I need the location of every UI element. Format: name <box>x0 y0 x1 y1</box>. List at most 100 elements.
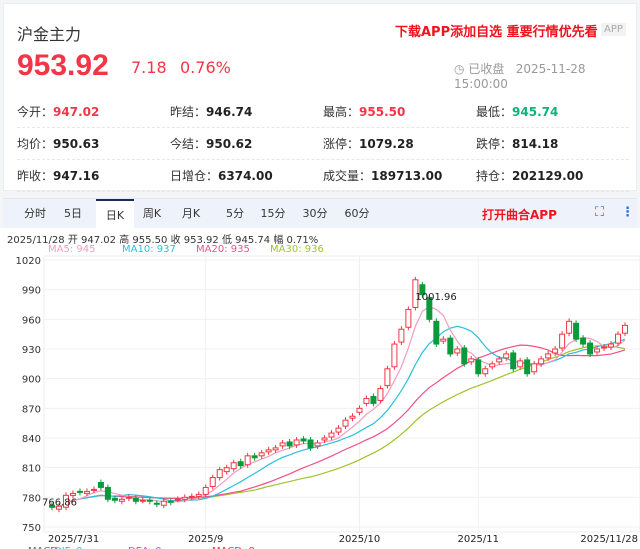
clock-icon: ◷ <box>454 62 465 76</box>
candle-body <box>503 353 510 359</box>
more-icon[interactable]: ⋮ <box>621 205 634 220</box>
candle-body <box>195 493 202 497</box>
candle-body <box>90 488 97 491</box>
candle-body <box>76 490 83 493</box>
plot-frame <box>43 255 640 533</box>
stat-cell: 昨结：946.74 <box>170 103 323 120</box>
candle-body <box>223 467 230 473</box>
fullscreen-icon[interactable]: ⛶ <box>595 205 604 220</box>
stat-value: 6374.00 <box>218 169 273 183</box>
candle-body <box>251 455 258 459</box>
ma10-line <box>51 325 626 508</box>
candle-body <box>370 395 377 404</box>
candle-body <box>286 441 293 447</box>
candle-body <box>160 500 167 506</box>
candle-body <box>454 348 461 354</box>
candle-body <box>97 482 104 488</box>
candle-body <box>335 427 342 433</box>
stat-label: 今结： <box>170 137 207 151</box>
stat-value: 814.18 <box>512 137 559 151</box>
stat-cell: 日增仓：6374.00 <box>170 167 323 184</box>
stats-row: 昨收：947.16 日增仓：6374.00 成交量：189713.00 持仓：2021… <box>17 160 629 192</box>
tab-2[interactable]: 日K <box>96 199 134 230</box>
price-change: 7.18 <box>131 58 167 77</box>
candle-body <box>559 333 566 349</box>
candle-body <box>468 358 475 363</box>
candle-body <box>237 461 244 467</box>
candle-body <box>489 363 496 368</box>
candle-body <box>482 368 489 375</box>
app-badge[interactable]: APP <box>601 23 626 36</box>
price-annotation: 1001.96 <box>415 292 456 303</box>
stat-cell: 持仓：202129.00 <box>476 167 629 184</box>
candle-body <box>405 308 412 328</box>
status-text: 已收盘 <box>468 62 505 76</box>
stat-value: 189713.00 <box>371 169 443 183</box>
candle-body <box>587 342 594 355</box>
stat-cell: 涨停：1079.28 <box>323 135 476 152</box>
y-tick-label: 750 <box>22 523 41 534</box>
price-change-pct: 0.76% <box>180 58 231 77</box>
candle-body <box>69 492 76 496</box>
tab-5[interactable]: 5分 <box>216 199 254 229</box>
candle-body <box>573 322 580 340</box>
kline-chart[interactable]: 2025/11/28 开 947.02 高 955.50 收 953.92 低 … <box>0 228 640 549</box>
candle-body <box>83 490 90 494</box>
stat-value: 947.16 <box>53 169 100 183</box>
stat-value: 950.62 <box>206 137 253 151</box>
tab-7[interactable]: 30分 <box>296 199 334 229</box>
stat-value: 947.02 <box>53 105 100 119</box>
stat-label: 均价： <box>17 137 54 151</box>
market-status: ◷ 已收盘 2025-11-28 15:00:00 <box>454 60 636 91</box>
candle-body <box>342 419 349 427</box>
candle-body <box>538 358 545 365</box>
stat-value: 945.74 <box>512 105 559 119</box>
y-tick-label: 780 <box>22 493 41 504</box>
tab-3[interactable]: 周K <box>133 199 171 229</box>
tab-4[interactable]: 月K <box>172 199 210 229</box>
open-app-link[interactable]: 打开曲合APP <box>482 206 557 223</box>
download-app-promo-link[interactable]: 下载APP添加自选 重要行情优先看 <box>395 21 598 40</box>
candle-body <box>398 328 405 343</box>
x-tick-label: 2025/7/31 <box>48 534 99 545</box>
tab-1[interactable]: 5日 <box>54 199 92 229</box>
tab-0[interactable]: 分时 <box>16 199 54 229</box>
candle-body <box>475 359 482 375</box>
last-price: 953.92 <box>17 49 109 82</box>
stat-value: 955.50 <box>359 105 406 119</box>
stat-cell: 跌停：814.18 <box>476 135 629 152</box>
candle-body <box>461 347 468 365</box>
candle-body <box>440 338 447 342</box>
candle-body <box>566 320 573 334</box>
candle-body <box>153 502 160 505</box>
candle-body <box>118 498 125 502</box>
stats-row: 今开：947.02 昨结：946.74 最高：955.50 最低：945.74 <box>17 96 629 128</box>
candle-body <box>363 397 370 404</box>
candle-body <box>181 496 188 500</box>
candle-body <box>146 499 153 502</box>
candle-body <box>622 324 628 334</box>
stat-cell: 昨收：947.16 <box>17 167 170 184</box>
stat-label: 最低： <box>476 105 513 119</box>
stat-cell: 成交量：189713.00 <box>323 167 476 184</box>
candlestick-plot: 1020 990 960 930 900 870 840 810 780 750 2025/7/31… <box>16 255 640 549</box>
candle-body <box>433 320 440 345</box>
tab-8[interactable]: 60分 <box>338 199 376 229</box>
x-tick-label: 2025/10 <box>339 534 381 545</box>
candle-body <box>300 438 307 442</box>
candle-body <box>230 462 237 470</box>
candle-body <box>328 432 335 438</box>
price-annotation: 766.86 <box>42 497 77 508</box>
stat-value: 1079.28 <box>359 137 414 151</box>
candle-body <box>132 497 139 502</box>
candle-body <box>552 348 559 354</box>
candle-body <box>356 407 363 413</box>
candle-body <box>216 469 223 479</box>
candle-body <box>202 486 209 495</box>
candle-body <box>111 497 118 501</box>
quote-header-card: 沪金主力 下载APP添加自选 重要行情优先看 APP 953.92 7.18 0… <box>3 3 637 192</box>
tab-6[interactable]: 15分 <box>254 199 292 229</box>
candle-body <box>349 415 356 419</box>
stat-cell: 今开：947.02 <box>17 103 170 120</box>
candle-body <box>307 439 314 449</box>
